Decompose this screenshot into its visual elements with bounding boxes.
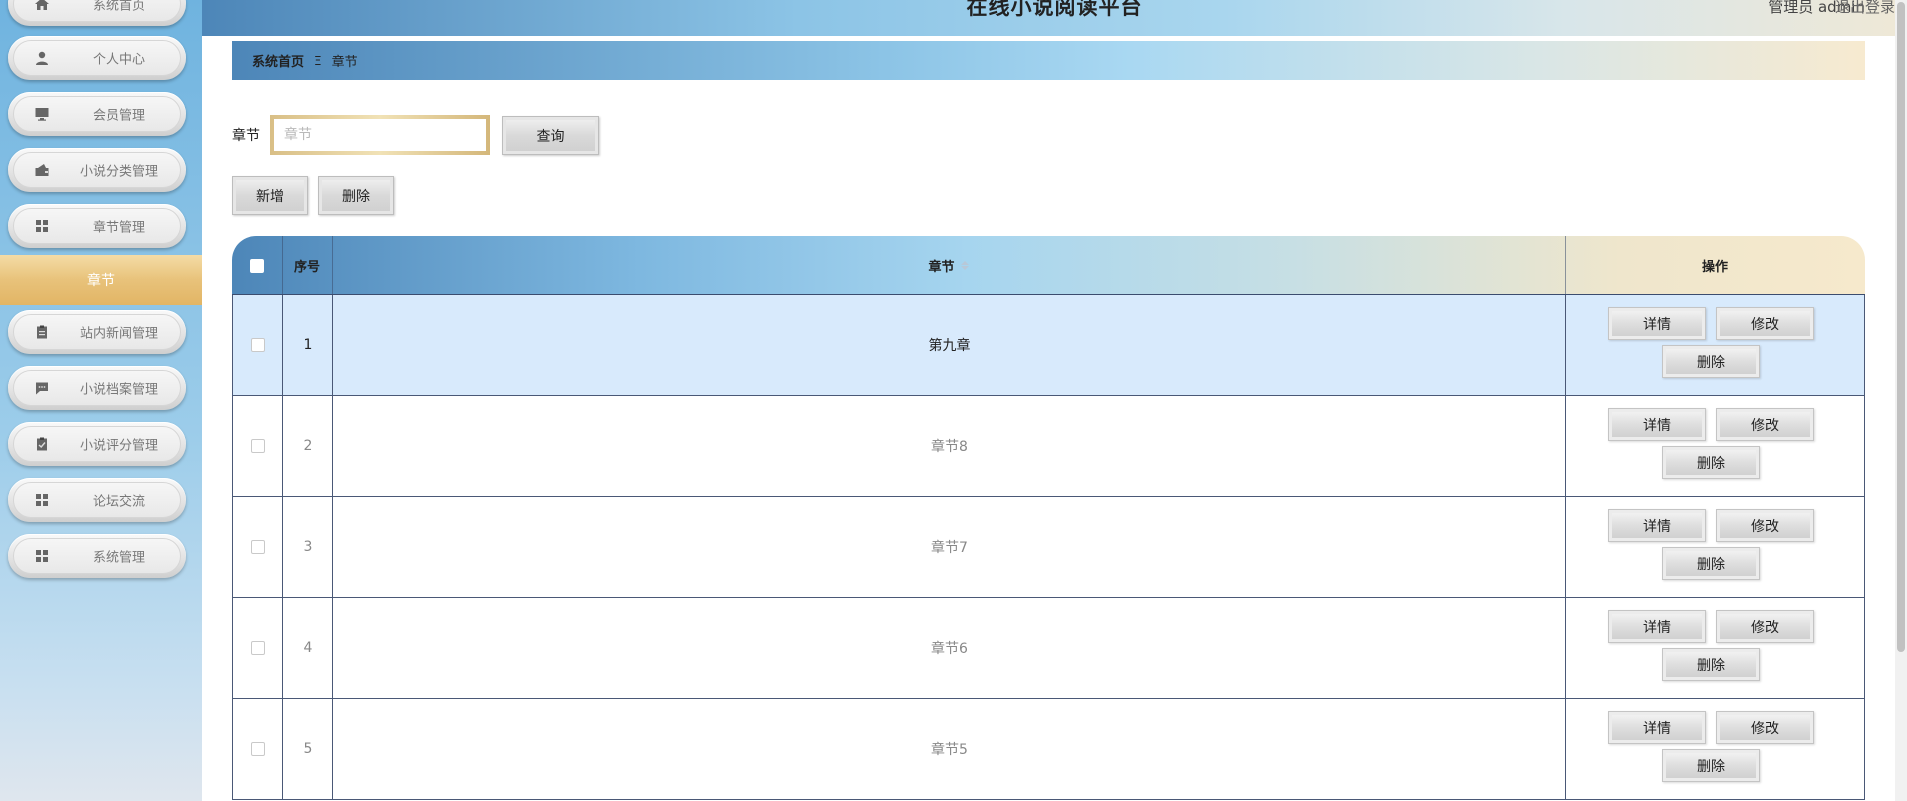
app-title: 在线小说阅读平台 (966, 0, 1143, 19)
row-index: 2 (303, 438, 313, 454)
edit-button[interactable]: 修改 (1716, 711, 1814, 744)
row-index: 3 (303, 539, 313, 555)
sidebar-item-label: 小说档案管理 (79, 382, 158, 398)
search-label: 章节 (232, 128, 260, 144)
search-box (270, 115, 490, 155)
sidebar-item-label: 论坛交流 (92, 494, 145, 510)
sidebar-item-home[interactable]: 系统首页 (8, 0, 186, 26)
grid-icon (34, 492, 50, 508)
header-checkbox-cell (232, 236, 282, 295)
sidebar-item-label: 个人中心 (92, 52, 145, 68)
row-chapter-name: 章节7 (931, 540, 968, 556)
sidebar-item-novel-rating[interactable]: 小说评分管理 (8, 422, 186, 466)
row-chapter-name: 章节6 (931, 641, 968, 657)
grid-icon (34, 548, 50, 564)
detail-button[interactable]: 详情 (1608, 509, 1706, 542)
sidebar-item-label: 系统首页 (92, 0, 145, 14)
breadcrumb-current: 章节 (331, 55, 358, 70)
sidebar-item-label: 小说评分管理 (79, 438, 158, 454)
row-checkbox[interactable] (251, 540, 265, 554)
sidebar-item-members[interactable]: 会员管理 (8, 92, 186, 136)
row-index: 5 (303, 741, 313, 757)
sidebar: 系统首页 个人中心 会员管理 小说分类管理 章节管理 章节 站内新闻管理 小说档… (0, 0, 202, 801)
add-button[interactable]: 新增 (232, 176, 308, 215)
wallet-icon (34, 162, 50, 178)
header-ops: 操作 (1701, 260, 1728, 275)
row-ops: 详情 修改 删除 (1566, 699, 1866, 799)
delete-button[interactable]: 删除 (1662, 446, 1760, 479)
row-ops: 详情 修改 删除 (1566, 497, 1866, 597)
home-icon (34, 0, 50, 12)
table-row[interactable]: 5 章节5 详情 修改 删除 (232, 699, 1865, 800)
row-ops: 详情 修改 删除 (1566, 396, 1866, 496)
edit-button[interactable]: 修改 (1716, 408, 1814, 441)
app-root: 系统首页 个人中心 会员管理 小说分类管理 章节管理 章节 站内新闻管理 小说档… (0, 0, 1907, 801)
detail-button[interactable]: 详情 (1608, 408, 1706, 441)
detail-button[interactable]: 详情 (1608, 711, 1706, 744)
sidebar-item-label: 站内新闻管理 (79, 326, 158, 342)
sidebar-item-novel-archive[interactable]: 小说档案管理 (8, 366, 186, 410)
breadcrumb-home[interactable]: 系统首页 (252, 51, 304, 70)
select-all-checkbox[interactable] (250, 258, 264, 273)
row-chapter-name: 章节8 (931, 439, 968, 455)
detail-button[interactable]: 详情 (1608, 610, 1706, 643)
batch-delete-button[interactable]: 删除 (318, 176, 394, 215)
row-checkbox[interactable] (251, 439, 265, 453)
detail-button[interactable]: 详情 (1608, 307, 1706, 340)
row-checkbox[interactable] (251, 742, 265, 756)
query-button[interactable]: 查询 (502, 116, 599, 155)
edit-button[interactable]: 修改 (1716, 610, 1814, 643)
row-chapter-name: 第九章 (928, 338, 971, 354)
table-row[interactable]: 1 第九章 详情 修改 删除 (232, 295, 1865, 396)
sidebar-item-label: 系统管理 (92, 550, 145, 566)
grid-icon (34, 218, 50, 234)
table-row[interactable]: 3 章节7 详情 修改 删除 (232, 497, 1865, 598)
row-checkbox[interactable] (251, 641, 265, 655)
sidebar-item-forum[interactable]: 论坛交流 (8, 478, 186, 522)
clipboard-check-icon (34, 436, 50, 452)
page-scrollbar[interactable] (1895, 0, 1907, 801)
sidebar-item-chapters[interactable]: 章节管理 (8, 204, 186, 248)
sidebar-item-news[interactable]: 站内新闻管理 (8, 310, 186, 354)
breadcrumb-separator: Ξ (314, 53, 322, 68)
table-row[interactable]: 4 章节6 详情 修改 删除 (232, 598, 1865, 699)
row-index: 1 (303, 337, 313, 353)
row-index: 4 (303, 640, 313, 656)
sidebar-item-label: 章节管理 (92, 220, 145, 236)
top-header: 在线小说阅读平台 管理员 admin 退出登录 (202, 0, 1907, 36)
chapter-table: 序号 章节 操作 1 第九章 详情 修改 删除 2 章节8 详情 修改 删除 3… (232, 236, 1865, 800)
header-chapter[interactable]: 章节 (332, 236, 1565, 295)
edit-button[interactable]: 修改 (1716, 307, 1814, 340)
search-input[interactable] (274, 119, 486, 151)
row-checkbox[interactable] (251, 338, 265, 352)
header-chapter-label: 章节 (928, 260, 955, 275)
sidebar-item-novel-category[interactable]: 小说分类管理 (8, 148, 186, 192)
table-body: 1 第九章 详情 修改 删除 2 章节8 详情 修改 删除 3 章节7 详情 修… (232, 295, 1865, 800)
scrollbar-thumb[interactable] (1897, 2, 1905, 652)
sidebar-item-system[interactable]: 系统管理 (8, 534, 186, 578)
sidebar-subitem-chapter[interactable]: 章节 (0, 255, 202, 305)
breadcrumb: 系统首页 Ξ 章节 (232, 41, 1865, 80)
clipboard-icon (34, 324, 50, 340)
delete-button[interactable]: 删除 (1662, 749, 1760, 782)
row-ops: 详情 修改 删除 (1566, 598, 1866, 698)
edit-button[interactable]: 修改 (1716, 509, 1814, 542)
delete-button[interactable]: 删除 (1662, 648, 1760, 681)
delete-button[interactable]: 删除 (1662, 547, 1760, 580)
sidebar-item-label: 小说分类管理 (79, 164, 158, 180)
row-ops: 详情 修改 删除 (1566, 295, 1866, 395)
header-index: 序号 (293, 260, 320, 275)
logout-link[interactable]: 退出登录 (1835, 0, 1895, 17)
row-chapter-name: 章节5 (931, 742, 968, 758)
sort-icon[interactable] (960, 261, 969, 270)
sidebar-subitem-label: 章节 (87, 273, 115, 289)
table-row[interactable]: 2 章节8 详情 修改 删除 (232, 396, 1865, 497)
sidebar-item-label: 会员管理 (92, 108, 145, 124)
chat-icon (34, 380, 50, 396)
monitor-icon (34, 106, 50, 122)
sidebar-item-profile[interactable]: 个人中心 (8, 36, 186, 80)
delete-button[interactable]: 删除 (1662, 345, 1760, 378)
table-header: 序号 章节 操作 (232, 236, 1865, 295)
user-icon (34, 50, 50, 66)
